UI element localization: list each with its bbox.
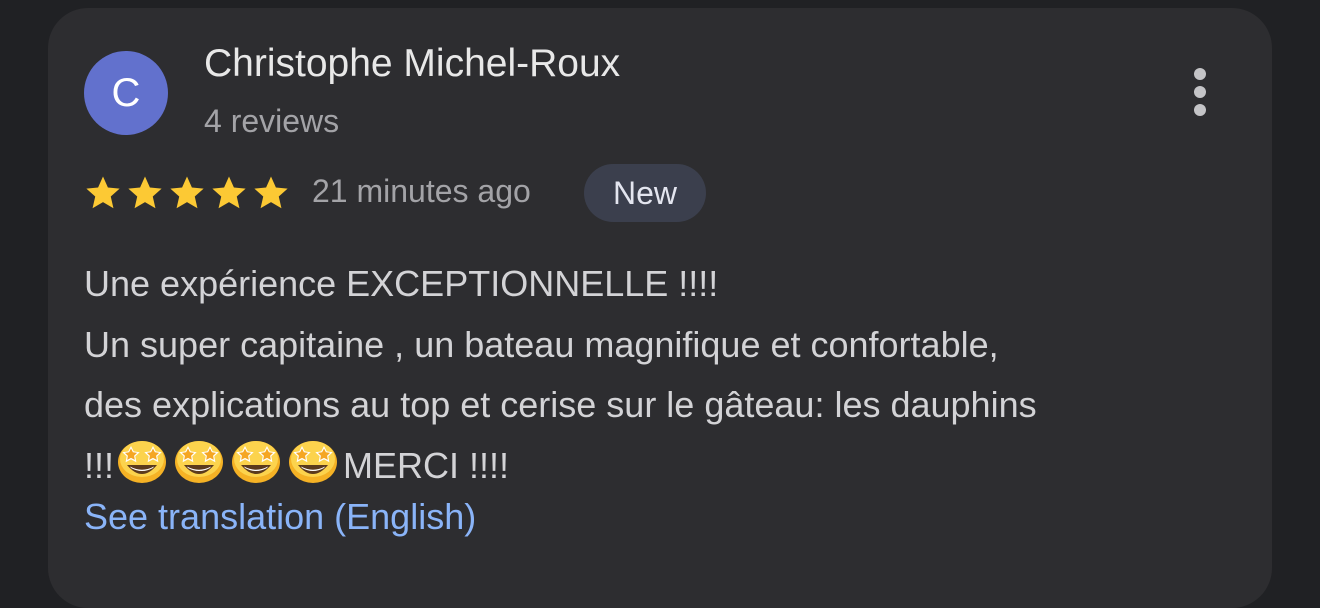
review-time: 21 minutes ago [312,173,531,209]
review-text-suffix: MERCI !!!! [343,444,510,486]
reviewer-name[interactable]: Christophe Michel-Roux [204,42,620,86]
review-text-line: !!! MERCI !!!! [84,436,1244,497]
avatar[interactable]: C [84,51,168,135]
star-icon [170,176,204,209]
star-icon [254,176,288,209]
star-icon [212,176,246,209]
emoji-group [116,437,339,485]
review-text: Une expérience EXCEPTIONNELLE !!!! Un su… [84,254,1244,496]
star-icon [128,176,162,209]
reviewer-review-count[interactable]: 4 reviews [204,103,339,140]
see-translation-link[interactable]: See translation (English) [84,496,476,538]
star-struck-emoji-icon [232,440,281,483]
review-text-line: Un super capitaine , un bateau magnifiqu… [84,323,999,365]
review-text-line: Une expérience EXCEPTIONNELLE !!!! [84,263,719,304]
more-options-button[interactable] [1176,62,1224,122]
star-struck-emoji-icon [118,440,167,483]
star-icon [86,176,120,209]
star-struck-emoji-icon [175,440,224,483]
new-badge: New [584,164,706,222]
review-text-prefix: !!! [84,444,115,486]
star-struck-emoji-icon [289,440,338,483]
review-text-line: des explications au top et cerise sur le… [84,384,1037,425]
avatar-initial: C [111,71,141,115]
star-rating [84,174,290,212]
